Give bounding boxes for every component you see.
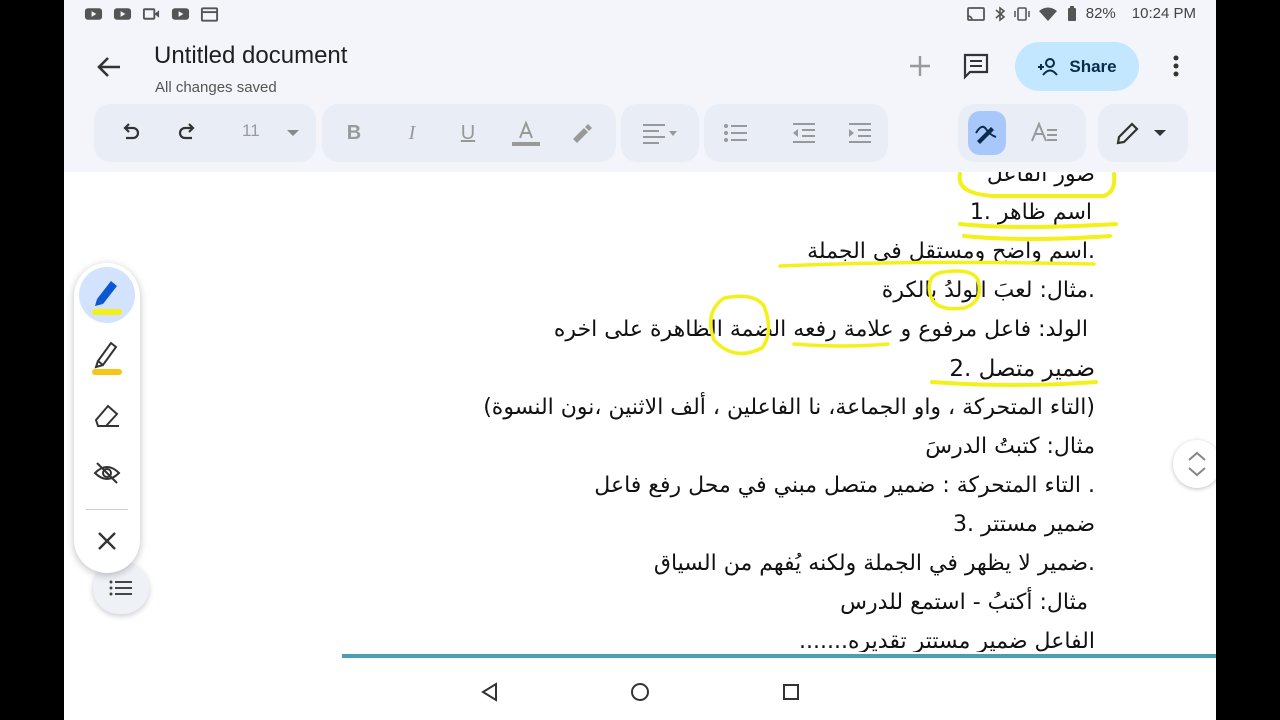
back-arrow-icon[interactable] — [94, 52, 124, 82]
highlighter-tool-button[interactable] — [79, 327, 135, 383]
add-icon[interactable] — [906, 52, 934, 80]
underline-button[interactable]: U — [452, 117, 484, 149]
close-icon — [98, 532, 116, 550]
pencil-icon — [1116, 122, 1139, 145]
highlighter-annotations — [708, 172, 1118, 387]
share-button[interactable]: Share — [1015, 42, 1139, 91]
close-palette-button[interactable] — [79, 513, 135, 569]
back-nav-icon[interactable] — [480, 682, 500, 702]
toolbar-align-group — [621, 104, 699, 162]
home-nav-icon[interactable] — [629, 681, 651, 703]
recents-nav-icon[interactable] — [781, 682, 801, 702]
scroll-handle[interactable] — [1173, 440, 1216, 488]
toolbar-list-group — [704, 104, 888, 162]
share-label: Share — [1069, 56, 1117, 76]
text-format-button[interactable] — [1028, 117, 1060, 149]
palette-separator — [86, 509, 128, 510]
highlighter-icon — [573, 124, 592, 143]
system-nav-bar — [64, 658, 1216, 720]
highlighter-icon — [92, 341, 122, 375]
battery-level: 82% — [1085, 5, 1116, 22]
align-left-icon — [643, 124, 677, 144]
comment-icon[interactable] — [962, 52, 990, 80]
status-bar: 82% 10:24 PM — [64, 0, 1216, 30]
bulleted-list-icon — [724, 124, 747, 142]
font-size-dropdown-icon[interactable] — [287, 130, 299, 136]
chevron-up-down-icon — [1188, 451, 1206, 477]
vibrate-icon — [1014, 6, 1030, 21]
add-person-icon — [1038, 57, 1059, 76]
bulleted-list-button[interactable] — [720, 117, 752, 149]
text-color-icon — [512, 120, 540, 146]
italic-button[interactable]: I — [396, 117, 428, 149]
align-button[interactable] — [639, 117, 683, 149]
toolbar-undo-group: 11 — [94, 104, 316, 162]
youtube-icon — [113, 8, 132, 20]
redo-icon — [178, 123, 195, 140]
wifi-icon — [1038, 7, 1057, 21]
text-format-icon — [1031, 121, 1057, 142]
hide-annotations-button[interactable] — [79, 445, 135, 501]
decrease-indent-icon — [793, 123, 815, 143]
bold-button[interactable]: B — [338, 117, 370, 149]
notification-icons — [84, 6, 219, 22]
save-status: All changes saved — [155, 79, 277, 96]
underline-icon: U — [460, 121, 476, 144]
pen-tool-button[interactable] — [79, 267, 135, 323]
edit-mode-button[interactable] — [1112, 117, 1144, 149]
scribble-pen-icon — [975, 125, 997, 144]
edit-mode-dropdown-icon[interactable] — [1154, 130, 1166, 136]
redo-button[interactable] — [172, 117, 204, 149]
youtube-icon — [84, 8, 103, 20]
text-color-button[interactable] — [510, 117, 542, 149]
draw-mode-button[interactable] — [968, 111, 1006, 155]
eraser-icon — [94, 404, 119, 427]
app-bar: Untitled document All changes saved Shar… — [64, 30, 1216, 172]
youtube-icon — [171, 8, 190, 20]
list-icon — [109, 580, 132, 596]
undo-button[interactable] — [114, 117, 146, 149]
battery-icon — [1067, 5, 1076, 21]
italic-icon: I — [408, 121, 416, 144]
decrease-indent-button[interactable] — [788, 117, 820, 149]
system-status: 82% 10:24 PM — [966, 5, 1196, 22]
toolbar-text-style-group: B I U — [322, 104, 616, 162]
eraser-tool-button[interactable] — [79, 387, 135, 443]
calendar-icon — [200, 7, 219, 22]
increase-indent-icon — [849, 123, 871, 143]
document-title[interactable]: Untitled document — [154, 42, 347, 70]
visibility-off-icon — [93, 462, 121, 484]
highlight-color-button[interactable] — [566, 117, 598, 149]
increase-indent-button[interactable] — [844, 117, 876, 149]
bluetooth-icon — [995, 5, 1006, 22]
more-vert-icon[interactable] — [1164, 52, 1188, 80]
toolbar-mode-group — [958, 104, 1086, 162]
bold-icon: B — [346, 121, 362, 144]
document-canvas[interactable]: صور الفاعل اسم ظاهر .1 .اسم واضح ومستقل … — [64, 172, 1216, 652]
undo-icon — [123, 123, 140, 140]
toolbar-edit-mode-group — [1098, 104, 1188, 162]
font-size-value[interactable]: 11 — [242, 121, 260, 141]
clock: 10:24 PM — [1131, 5, 1196, 22]
pen-icon — [92, 281, 122, 315]
cast-icon — [966, 6, 985, 21]
drawing-palette — [74, 263, 140, 573]
screen: 82% 10:24 PM Untitled document All chang… — [64, 0, 1216, 720]
video-camera-icon — [142, 8, 160, 20]
